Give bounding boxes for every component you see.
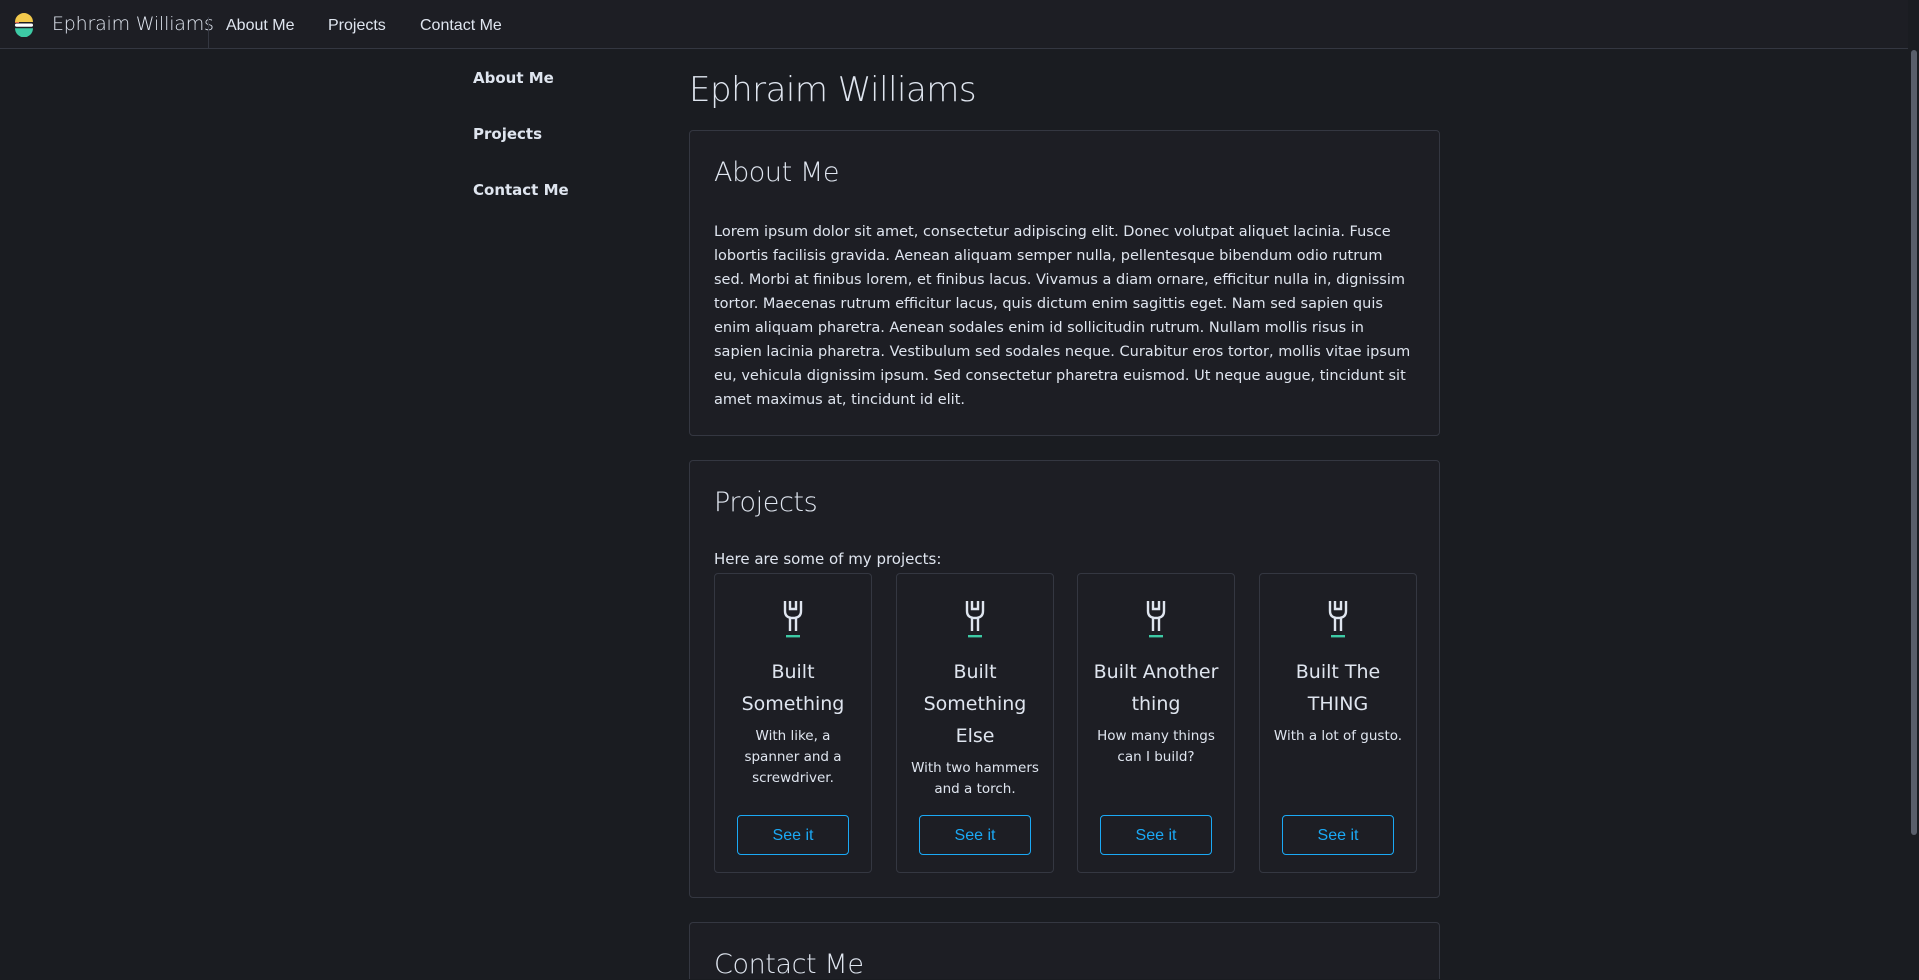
project-card-description: With two hammers and a torch. xyxy=(911,760,1039,797)
top-header: Ephraim Williams About Me Projects Conta… xyxy=(0,0,1919,49)
about-text: Lorem ipsum dolor sit amet, consectetur … xyxy=(714,224,1411,408)
topnav-about-me[interactable]: About Me xyxy=(226,0,294,49)
logo-icon[interactable] xyxy=(12,13,36,37)
topnav-projects[interactable]: Projects xyxy=(328,0,386,49)
wrench-icon xyxy=(1328,601,1348,638)
project-card: Built Another thing How many things can … xyxy=(1077,573,1235,873)
wrench-icon xyxy=(783,601,803,638)
header-divider xyxy=(208,17,209,49)
scrollbar-thumb[interactable] xyxy=(1911,50,1917,835)
project-card-title: Built Another thing xyxy=(1093,661,1219,715)
projects-intro: Here are some of my projects: xyxy=(714,550,942,568)
project-card: Built Something With like, a spanner and… xyxy=(714,573,872,873)
project-card-description: With like, a spanner and a screwdriver. xyxy=(744,728,842,786)
projects-panel: Projects Here are some of my projects: B… xyxy=(689,460,1440,898)
see-it-button[interactable]: See it xyxy=(919,815,1031,855)
sidebar-item-projects[interactable]: Projects xyxy=(473,125,542,143)
project-card: Built The THING With a lot of gusto. See… xyxy=(1259,573,1417,873)
project-card: Built Something Else With two hammers an… xyxy=(896,573,1054,873)
project-card-title: Built The THING xyxy=(1295,661,1381,715)
contact-title: Contact Me xyxy=(714,949,864,980)
wrench-icon xyxy=(965,601,985,638)
sidebar-item-about-me[interactable]: About Me xyxy=(473,69,554,87)
contact-panel: Contact Me xyxy=(689,922,1440,980)
brand-title[interactable]: Ephraim Williams xyxy=(52,0,214,49)
project-card-title: Built Something xyxy=(741,661,845,715)
page-title: Ephraim Williams xyxy=(689,70,977,110)
wrench-icon xyxy=(1146,601,1166,638)
project-card-description: With a lot of gusto. xyxy=(1273,728,1403,744)
about-title: About Me xyxy=(714,157,840,188)
topnav-contact-me[interactable]: Contact Me xyxy=(420,0,502,49)
see-it-button[interactable]: See it xyxy=(737,815,849,855)
sidebar-item-contact-me[interactable]: Contact Me xyxy=(473,181,569,199)
see-it-button[interactable]: See it xyxy=(1282,815,1394,855)
see-it-button[interactable]: See it xyxy=(1100,815,1212,855)
projects-title: Projects xyxy=(714,487,818,518)
scrollbar[interactable] xyxy=(1908,0,1919,979)
project-card-title: Built Something Else xyxy=(923,661,1027,747)
about-panel: About Me Lorem ipsum dolor sit amet, con… xyxy=(689,130,1440,436)
project-card-description: How many things can I build? xyxy=(1097,728,1215,765)
